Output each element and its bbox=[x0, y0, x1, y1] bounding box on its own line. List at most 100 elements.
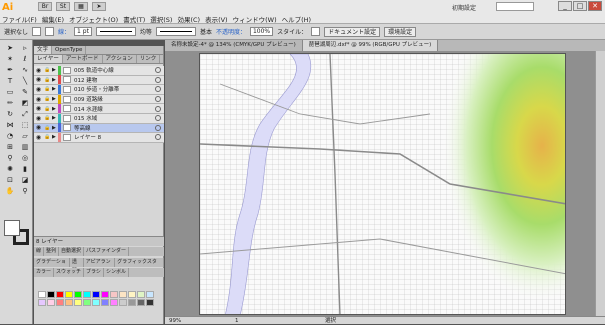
width-tool-icon[interactable]: ⋈ bbox=[3, 120, 17, 130]
eye-icon[interactable]: ◉ bbox=[34, 76, 43, 83]
artboard-map[interactable] bbox=[199, 53, 566, 315]
menu-item[interactable]: 書式(T) bbox=[123, 14, 145, 24]
lock-icon[interactable]: 🔒 bbox=[43, 96, 52, 102]
zoom-icon[interactable]: ⚲ bbox=[18, 186, 32, 196]
menu-item[interactable]: 編集(E) bbox=[42, 14, 64, 24]
eye-icon[interactable]: ◉ bbox=[34, 115, 43, 122]
swatch-chip[interactable] bbox=[119, 299, 127, 306]
column-graph-icon[interactable]: ▮ bbox=[18, 164, 32, 174]
type-tool-icon[interactable]: T bbox=[3, 76, 17, 86]
menu-item[interactable]: ウィンドウ(W) bbox=[233, 14, 277, 24]
eye-icon[interactable]: ◉ bbox=[34, 105, 43, 112]
swatch-chip[interactable] bbox=[65, 291, 73, 298]
layer-row[interactable]: ◉ 🔒 ▶ 等高線 bbox=[34, 123, 164, 134]
target-icon[interactable] bbox=[155, 96, 161, 103]
panel-tab[interactable]: ブラシ bbox=[84, 268, 104, 277]
eye-icon[interactable]: ◉ bbox=[34, 67, 43, 74]
panel-tab[interactable]: 文字 bbox=[34, 46, 53, 54]
layer-name[interactable]: 等高線 bbox=[74, 124, 155, 132]
lock-icon[interactable]: 🔒 bbox=[43, 77, 52, 83]
panel-tab[interactable]: 線 bbox=[34, 247, 45, 256]
style-swatch[interactable] bbox=[311, 27, 321, 36]
arrange-icon[interactable]: ▦ bbox=[74, 2, 88, 11]
layer-name[interactable]: レイヤー 8 bbox=[74, 133, 155, 141]
shape-builder-icon[interactable]: ◔ bbox=[3, 131, 17, 141]
bridge-icon[interactable]: Br bbox=[38, 2, 52, 11]
stock-icon[interactable]: St bbox=[56, 2, 70, 11]
layer-row[interactable]: ◉ 🔒 ▶ 010 歩道・分離帯 bbox=[34, 84, 164, 95]
stroke-swatch[interactable] bbox=[45, 27, 55, 36]
layer-row[interactable]: ◉ 🔒 ▶ 015 水域 bbox=[34, 113, 164, 124]
preferences-button[interactable]: 環境設定 bbox=[384, 26, 417, 37]
swatch-chip[interactable] bbox=[128, 291, 136, 298]
panel-tab[interactable]: OpenType bbox=[52, 46, 87, 54]
magic-wand-icon[interactable]: ✶ bbox=[3, 54, 17, 64]
target-icon[interactable] bbox=[155, 124, 161, 131]
vertical-scrollbar[interactable] bbox=[595, 51, 605, 316]
swatch-chip[interactable] bbox=[38, 291, 46, 298]
maximize-button[interactable]: □ bbox=[573, 1, 587, 11]
swatch-chip[interactable] bbox=[83, 299, 91, 306]
panel-tab[interactable]: パスファインダー bbox=[84, 247, 130, 256]
layer-row[interactable]: ◉ 🔒 ▶ 012 建物 bbox=[34, 75, 164, 86]
opacity-input[interactable]: 100% bbox=[249, 27, 274, 36]
menu-item[interactable]: オブジェクト(O) bbox=[69, 14, 118, 24]
gradient-icon[interactable]: ▥ bbox=[18, 142, 32, 152]
target-icon[interactable] bbox=[155, 105, 161, 112]
layer-name[interactable]: 010 歩道・分離帯 bbox=[74, 85, 155, 93]
perspective-icon[interactable]: ▱ bbox=[18, 131, 32, 141]
swatch-chip[interactable] bbox=[83, 291, 91, 298]
menu-item[interactable]: 表示(V) bbox=[205, 14, 228, 24]
curvature-tool-icon[interactable]: ∿ bbox=[18, 65, 32, 75]
eye-icon[interactable]: ◉ bbox=[34, 86, 43, 93]
swatch-chip[interactable] bbox=[74, 291, 82, 298]
selection-tool-icon[interactable]: ➤ bbox=[3, 43, 17, 53]
eye-icon[interactable]: ◉ bbox=[34, 124, 43, 131]
panel-tab[interactable]: カラー bbox=[34, 268, 55, 277]
symbol-sprayer-icon[interactable]: ✺ bbox=[3, 164, 17, 174]
swatch-chip[interactable] bbox=[128, 299, 136, 306]
close-button[interactable]: ✕ bbox=[588, 1, 602, 11]
target-icon[interactable] bbox=[155, 86, 161, 93]
panel-tab[interactable]: アクション bbox=[103, 55, 137, 63]
lock-icon[interactable]: 🔒 bbox=[43, 115, 52, 121]
rectangle-tool-icon[interactable]: ▭ bbox=[3, 87, 17, 97]
lock-icon[interactable]: 🔒 bbox=[43, 67, 52, 73]
swatch-chip[interactable] bbox=[137, 291, 145, 298]
fill-color[interactable] bbox=[4, 220, 20, 236]
scale-icon[interactable]: ⤢ bbox=[18, 109, 32, 119]
direct-selection-tool-icon[interactable]: ▹ bbox=[18, 43, 32, 53]
panel-tab[interactable]: レイヤー bbox=[34, 55, 63, 63]
target-icon[interactable] bbox=[155, 115, 161, 122]
layer-name[interactable]: 005 軌道中心線 bbox=[74, 66, 155, 74]
slice-icon[interactable]: ◪ bbox=[18, 175, 32, 185]
swatch-chip[interactable] bbox=[38, 299, 46, 306]
gpu-icon[interactable]: ➤ bbox=[92, 2, 106, 11]
layer-name[interactable]: 012 建物 bbox=[74, 76, 155, 84]
swatch-chip[interactable] bbox=[47, 291, 55, 298]
menu-item[interactable]: 選択(S) bbox=[150, 14, 172, 24]
swatch-chip[interactable] bbox=[137, 299, 145, 306]
swatch-chip[interactable] bbox=[56, 291, 64, 298]
opacity-label[interactable]: 不透明度： bbox=[216, 27, 246, 36]
lasso-icon[interactable]: ℓ bbox=[18, 54, 32, 64]
panel-tab[interactable]: シンボル bbox=[104, 268, 129, 277]
artboard-tool-icon[interactable]: ⊡ bbox=[3, 175, 17, 185]
layer-row[interactable]: ◉ 🔒 ▶ 005 軌道中心線 bbox=[34, 65, 164, 76]
eye-icon[interactable]: ◉ bbox=[34, 96, 43, 103]
stroke-label[interactable]: 線： bbox=[58, 27, 70, 36]
target-icon[interactable] bbox=[155, 76, 161, 83]
hand-icon[interactable]: ✋ bbox=[3, 186, 17, 196]
panel-tab[interactable]: リンク bbox=[137, 55, 161, 63]
pencil-icon[interactable]: ✏ bbox=[3, 98, 17, 108]
fill-swatch[interactable] bbox=[32, 27, 42, 36]
lock-icon[interactable]: 🔒 bbox=[43, 86, 52, 92]
panel-tab[interactable]: グラデーション bbox=[34, 258, 70, 274]
eraser-icon[interactable]: ◩ bbox=[18, 98, 32, 108]
swatch-chip[interactable] bbox=[101, 299, 109, 306]
swatch-chip[interactable] bbox=[47, 299, 55, 306]
layer-row[interactable]: ◉ 🔒 ▶ 009 道路縁 bbox=[34, 94, 164, 105]
target-icon[interactable] bbox=[155, 134, 161, 141]
panel-tab[interactable]: スウォッチ bbox=[54, 268, 85, 277]
panel-tab[interactable]: 透明 bbox=[70, 258, 84, 274]
